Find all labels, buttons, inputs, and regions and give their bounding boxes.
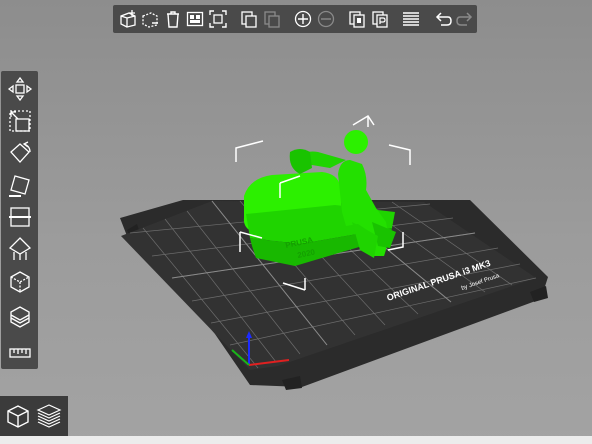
add-icon[interactable] [117, 8, 139, 30]
delete-all-icon[interactable] [162, 8, 184, 30]
add-instance-icon[interactable] [293, 8, 315, 30]
paste-icon[interactable] [261, 8, 283, 30]
3d-model[interactable] [243, 130, 396, 266]
split-to-objects-icon[interactable] [347, 8, 369, 30]
bottom-status-strip [0, 436, 592, 444]
left-toolbar [1, 71, 38, 369]
scale-icon[interactable] [6, 107, 34, 135]
seam-painting-icon[interactable] [6, 268, 34, 296]
cut-icon[interactable] [6, 203, 34, 231]
arrange-icon[interactable] [185, 8, 207, 30]
place-on-face-icon[interactable] [6, 171, 34, 199]
top-toolbar [113, 5, 477, 33]
remove-instance-icon[interactable] [315, 8, 337, 30]
undo-icon[interactable] [432, 8, 454, 30]
redo-icon[interactable] [454, 8, 476, 30]
layers-editing-icon[interactable] [401, 8, 423, 30]
copy-icon[interactable] [239, 8, 261, 30]
variable-layer-height-icon[interactable] [6, 303, 34, 331]
3d-viewport[interactable]: ORIGINAL PRUSA i3 MK3 by Josef Prusa PRU… [0, 0, 592, 444]
split-to-parts-icon[interactable] [369, 8, 391, 30]
rotate-icon[interactable] [6, 139, 34, 167]
split-objects-icon[interactable] [207, 8, 229, 30]
move-icon[interactable] [6, 75, 34, 103]
measure-icon[interactable] [6, 339, 34, 367]
delete-icon[interactable] [140, 8, 162, 30]
preview-icon[interactable] [34, 400, 64, 432]
support-painting-icon[interactable] [6, 235, 34, 263]
view-switch [0, 396, 68, 436]
3d-view-icon[interactable] [3, 400, 33, 432]
